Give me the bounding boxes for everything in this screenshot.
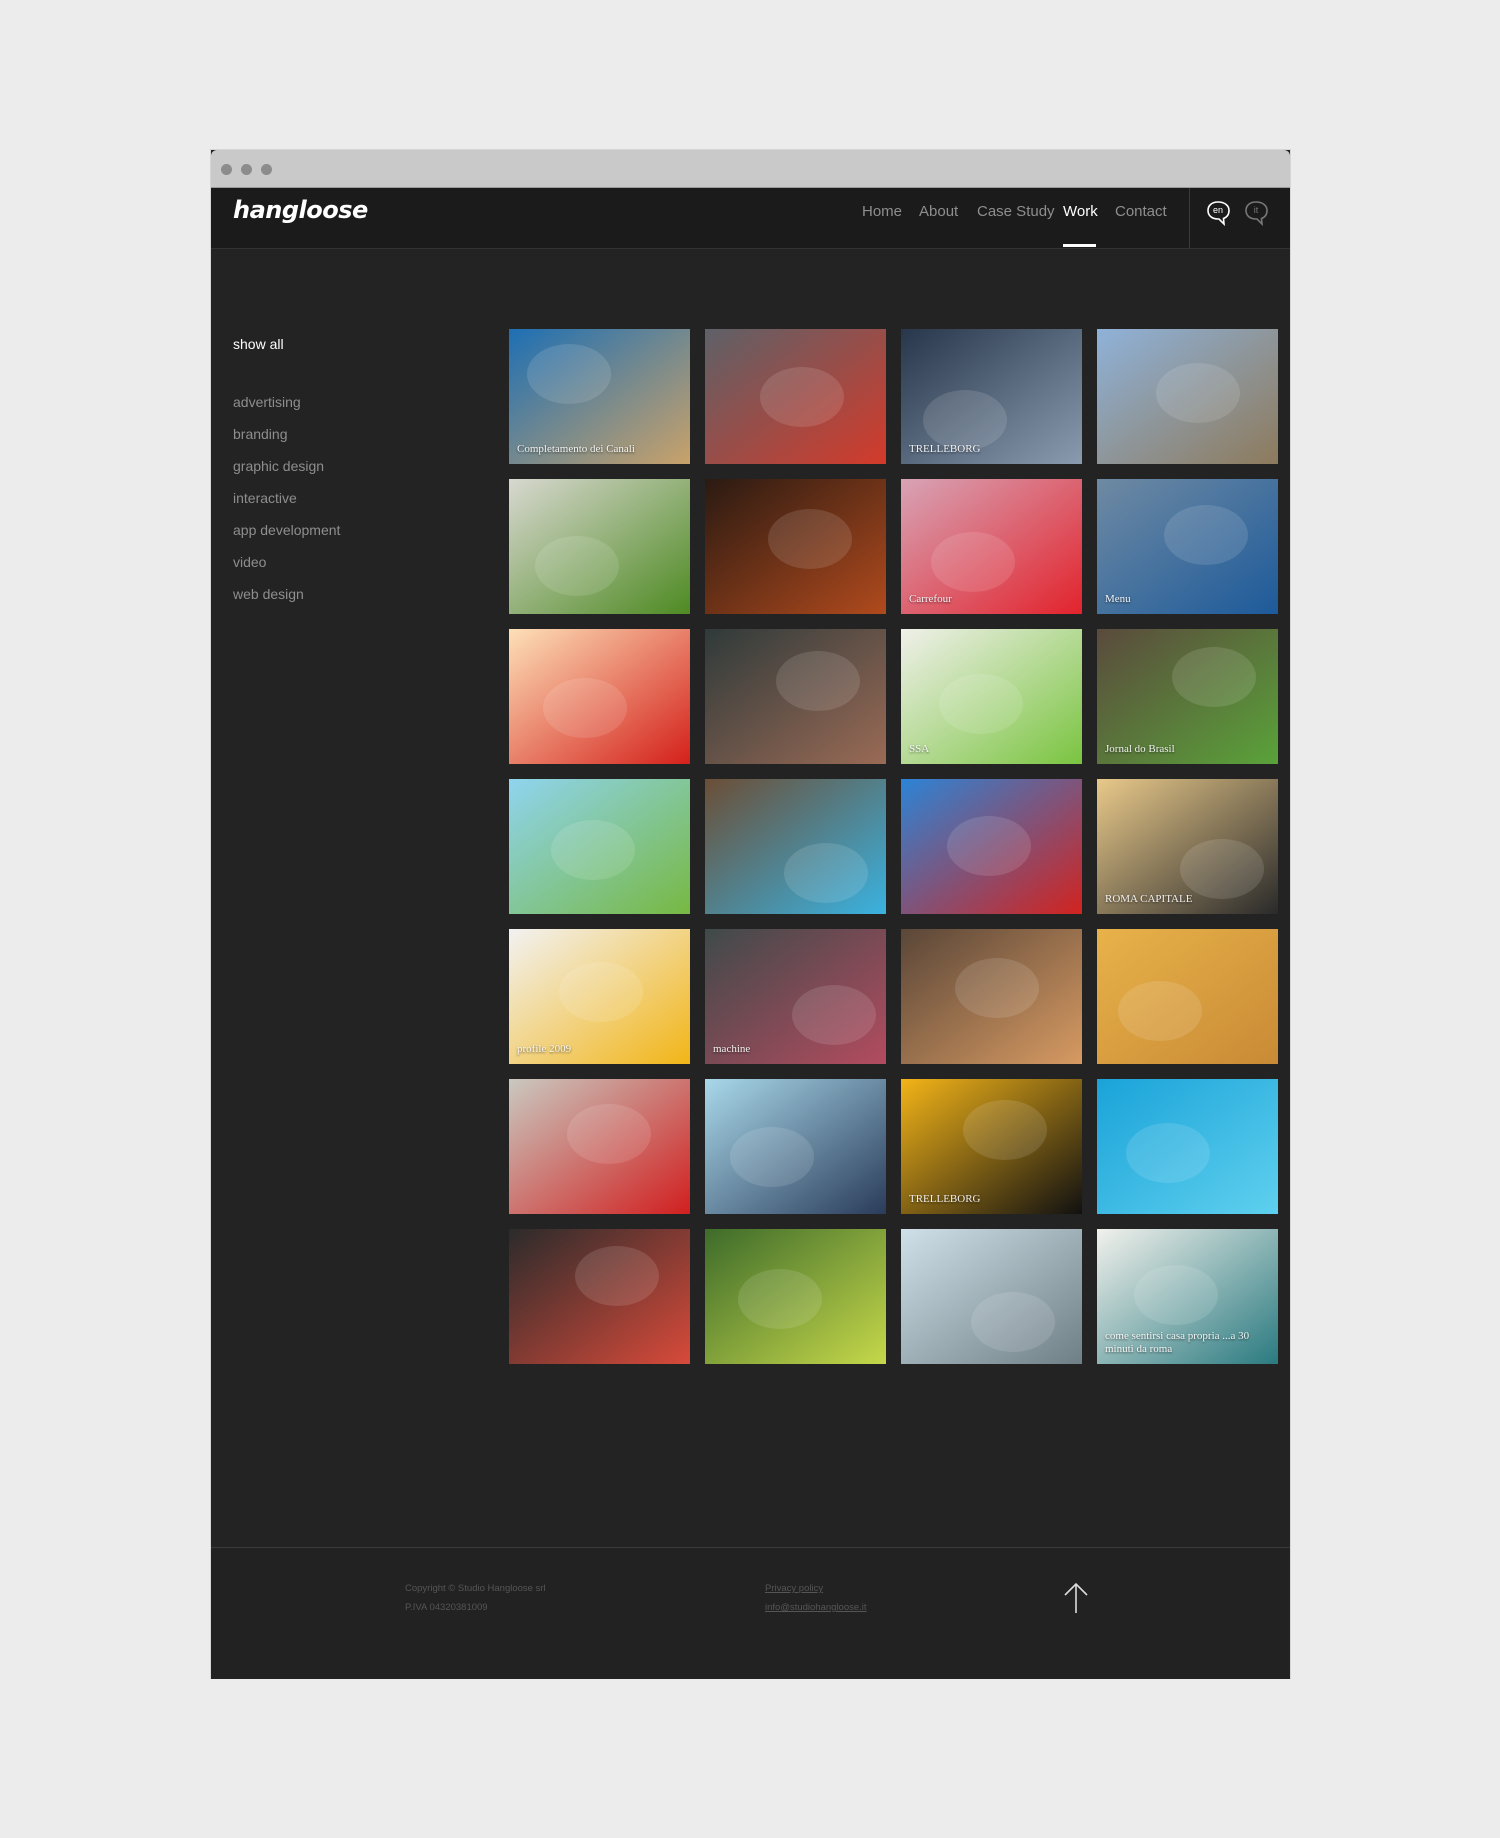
thumbnail-caption: come sentirsi casa propria ...a 30 minut… (1105, 1330, 1250, 1355)
language-it-button[interactable]: it (1244, 199, 1272, 227)
thumbnail-image (705, 1229, 886, 1364)
filter-video[interactable]: video (233, 554, 266, 570)
filter-web-design[interactable]: web design (233, 586, 304, 602)
portfolio-thumbnail-10[interactable] (705, 629, 886, 764)
footer-privacy-link[interactable]: Privacy policy (765, 1583, 823, 1594)
filter-app-development[interactable]: app development (233, 522, 340, 538)
portfolio-thumbnail-16[interactable]: ROMA CAPITALE (1097, 779, 1278, 914)
portfolio-grid: Completamento dei Canali TRELLEBORG Carref… (509, 329, 1281, 1379)
thumbnail-image (705, 479, 886, 614)
language-en-button[interactable]: en (1206, 199, 1234, 227)
site-logo[interactable]: hangloose (233, 196, 368, 224)
portfolio-thumbnail-2[interactable] (705, 329, 886, 464)
portfolio-thumbnail-11[interactable]: SSA (901, 629, 1082, 764)
site-header: hangloose Home About Case Study Work Con… (211, 188, 1290, 249)
filter-show-all[interactable]: show all (233, 336, 284, 352)
thumbnail-image (901, 1229, 1082, 1364)
thumbnail-image (1097, 929, 1278, 1064)
thumbnail-image (705, 629, 886, 764)
window-maximize-dot[interactable] (261, 164, 272, 175)
portfolio-thumbnail-17[interactable]: profile 2009 (509, 929, 690, 1064)
portfolio-thumbnail-7[interactable]: Carrefour (901, 479, 1082, 614)
portfolio-thumbnail-18[interactable]: machine (705, 929, 886, 1064)
nav-case-study[interactable]: Case Study (977, 203, 1055, 220)
thumbnail-caption: ROMA CAPITALE (1105, 893, 1193, 905)
filter-branding[interactable]: branding (233, 426, 288, 442)
nav-about[interactable]: About (919, 203, 958, 220)
portfolio-thumbnail-26[interactable] (705, 1229, 886, 1364)
thumbnail-image (509, 479, 690, 614)
filter-graphic-design[interactable]: graphic design (233, 458, 324, 474)
header-divider (1189, 188, 1190, 248)
portfolio-thumbnail-14[interactable] (705, 779, 886, 914)
thumbnail-image (901, 929, 1082, 1064)
thumbnail-caption: TRELLEBORG (909, 1193, 981, 1205)
thumbnail-image (901, 779, 1082, 914)
thumbnail-image (705, 1079, 886, 1214)
portfolio-thumbnail-3[interactable]: TRELLEBORG (901, 329, 1082, 464)
nav-home[interactable]: Home (862, 203, 902, 220)
portfolio-thumbnail-25[interactable] (509, 1229, 690, 1364)
footer-copyright: Copyright © Studio Hangloose srl (405, 1583, 546, 1594)
filter-advertising[interactable]: advertising (233, 394, 301, 410)
thumbnail-image (705, 779, 886, 914)
thumbnail-image (509, 1079, 690, 1214)
footer-email-link[interactable]: info@studiohangloose.it (765, 1602, 867, 1613)
thumbnail-image (509, 1229, 690, 1364)
portfolio-thumbnail-21[interactable] (509, 1079, 690, 1214)
thumbnail-caption: profile 2009 (517, 1043, 572, 1055)
window-close-dot[interactable] (221, 164, 232, 175)
portfolio-thumbnail-8[interactable]: Menu (1097, 479, 1278, 614)
window-titlebar (211, 150, 1290, 188)
portfolio-thumbnail-12[interactable]: Jornal do Brasil (1097, 629, 1278, 764)
thumbnail-image (705, 329, 886, 464)
thumbnail-caption: SSA (909, 743, 930, 755)
portfolio-thumbnail-22[interactable] (705, 1079, 886, 1214)
portfolio-thumbnail-6[interactable] (705, 479, 886, 614)
language-en-label: en (1212, 205, 1223, 215)
portfolio-thumbnail-9[interactable] (509, 629, 690, 764)
site-footer: Copyright © Studio Hangloose srl P.IVA 0… (211, 1547, 1290, 1679)
portfolio-thumbnail-24[interactable] (1097, 1079, 1278, 1214)
portfolio-thumbnail-23[interactable]: TRELLEBORG (901, 1079, 1082, 1214)
portfolio-thumbnail-19[interactable] (901, 929, 1082, 1064)
thumbnail-image (1097, 1079, 1278, 1214)
portfolio-thumbnail-13[interactable] (509, 779, 690, 914)
window-minimize-dot[interactable] (241, 164, 252, 175)
nav-work[interactable]: Work (1063, 203, 1098, 220)
browser-window: hangloose Home About Case Study Work Con… (211, 150, 1290, 1679)
thumbnail-caption: Completamento dei Canali (517, 443, 635, 455)
back-to-top-button[interactable] (1063, 1581, 1089, 1615)
thumbnail-caption: Carrefour (909, 593, 952, 605)
portfolio-thumbnail-28[interactable]: come sentirsi casa propria ...a 30 minut… (1097, 1229, 1278, 1364)
portfolio-thumbnail-1[interactable]: Completamento dei Canali (509, 329, 690, 464)
thumbnail-caption: machine (713, 1043, 751, 1055)
thumbnail-caption: Jornal do Brasil (1105, 743, 1175, 755)
thumbnail-image (509, 629, 690, 764)
nav-contact[interactable]: Contact (1115, 203, 1167, 220)
portfolio-thumbnail-27[interactable] (901, 1229, 1082, 1364)
language-it-label: it (1253, 205, 1259, 215)
portfolio-thumbnail-5[interactable] (509, 479, 690, 614)
portfolio-thumbnail-4[interactable] (1097, 329, 1278, 464)
thumbnail-image (1097, 329, 1278, 464)
footer-vat: P.IVA 04320381009 (405, 1602, 488, 1613)
portfolio-thumbnail-20[interactable] (1097, 929, 1278, 1064)
thumbnail-image (509, 779, 690, 914)
nav-active-indicator (1063, 244, 1096, 247)
thumbnail-caption: TRELLEBORG (909, 443, 981, 455)
arrow-up-icon (1064, 1582, 1088, 1613)
thumbnail-caption: Menu (1105, 593, 1131, 605)
portfolio-thumbnail-15[interactable] (901, 779, 1082, 914)
filter-interactive[interactable]: interactive (233, 490, 297, 506)
